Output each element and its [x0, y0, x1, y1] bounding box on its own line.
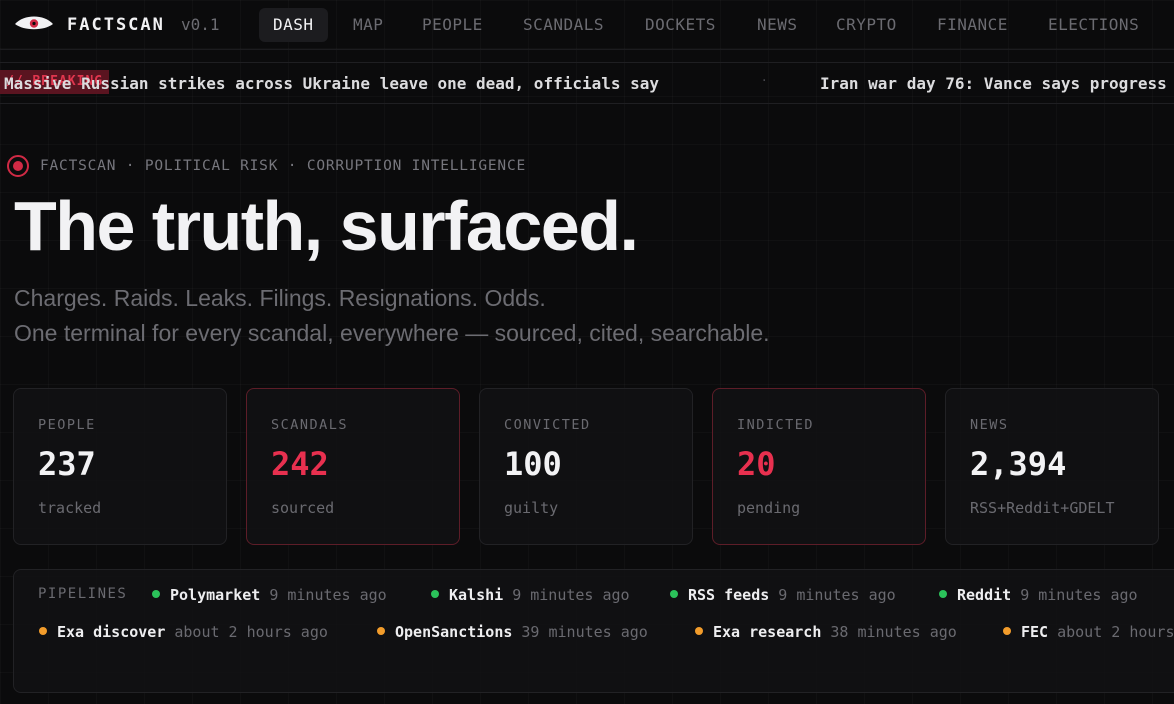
stat-card-indicted[interactable]: INDICTED 20 pending: [712, 388, 926, 545]
tab-dockets[interactable]: DOCKETS: [645, 8, 716, 42]
pipeline-name: Kalshi: [449, 586, 504, 604]
tab-scandals[interactable]: SCANDALS: [523, 8, 604, 42]
stat-card-convicted[interactable]: CONVICTED 100 guilty: [479, 388, 693, 545]
pipeline-item-kalshi[interactable]: Kalshi 9 minutes ago: [431, 586, 630, 604]
kicker-text: FACTSCAN · POLITICAL RISK · CORRUPTION I…: [40, 158, 527, 174]
tab-dash[interactable]: DASH: [259, 8, 328, 42]
tab-elections[interactable]: ELECTIONS: [1048, 8, 1139, 42]
stat-card-scandals[interactable]: SCANDALS 242 sourced: [246, 388, 460, 545]
target-icon: [7, 155, 29, 177]
pipeline-time: 38 minutes ago: [830, 623, 957, 641]
stat-caption: sourced: [271, 499, 335, 517]
pipeline-time: 9 minutes ago: [778, 586, 896, 604]
stat-caption: pending: [737, 499, 801, 517]
status-dot-icon: [670, 590, 678, 598]
pipeline-item-exa-research[interactable]: Exa research 38 minutes ago: [695, 623, 957, 641]
page-title: The truth, surfaced.: [14, 187, 639, 265]
pipeline-name: Exa discover: [57, 623, 166, 641]
stat-label: NEWS: [970, 417, 1009, 433]
stat-value: 20: [737, 445, 776, 483]
eye-icon[interactable]: [14, 15, 54, 33]
stat-label: PEOPLE: [38, 417, 96, 433]
stat-caption: RSS+Reddit+GDELT: [970, 499, 1115, 517]
pipeline-item-exa-discover[interactable]: Exa discover about 2 hours ago: [39, 623, 328, 641]
stat-value: 242: [271, 445, 329, 483]
pipeline-time: 9 minutes ago: [1020, 586, 1138, 604]
stat-value: 237: [38, 445, 96, 483]
stat-label: INDICTED: [737, 417, 815, 433]
pipeline-item-rss-feeds[interactable]: RSS feeds 9 minutes ago: [670, 586, 896, 604]
pipeline-name: Exa research: [713, 623, 822, 641]
pipeline-time: about 2 hours ago: [1057, 623, 1174, 641]
status-dot-icon: [431, 590, 439, 598]
pipeline-time: 9 minutes ago: [269, 586, 387, 604]
stat-label: CONVICTED: [504, 417, 591, 433]
pipeline-time: 39 minutes ago: [521, 623, 648, 641]
tab-news[interactable]: NEWS: [757, 8, 798, 42]
tab-crypto[interactable]: CRYPTO: [836, 8, 897, 42]
status-dot-icon: [939, 590, 947, 598]
pipeline-name: Reddit: [957, 586, 1012, 604]
hero-description: One terminal for every scandal, everywhe…: [14, 320, 770, 346]
pipeline-time: about 2 hours ago: [174, 623, 328, 641]
status-dot-icon: [1003, 627, 1011, 635]
stat-caption: guilty: [504, 499, 559, 517]
pipeline-item-opensanctions[interactable]: OpenSanctions 39 minutes ago: [377, 623, 648, 641]
pipeline-name: Polymarket: [170, 586, 261, 604]
pipeline-item-polymarket[interactable]: Polymarket 9 minutes ago: [152, 586, 387, 604]
hero-kicker: FACTSCAN · POLITICAL RISK · CORRUPTION I…: [6, 154, 526, 178]
pipelines-panel: PIPELINES Polymarket 9 minutes ago Kalshi…: [13, 569, 1174, 693]
ticker-headline[interactable]: Massive Russian strikes across Ukraine l…: [4, 74, 659, 93]
pipeline-name: OpenSanctions: [395, 623, 513, 641]
stat-card-news[interactable]: NEWS 2,394 RSS+Reddit+GDELT: [945, 388, 1159, 545]
hero-subtitle: Charges. Raids. Leaks. Filings. Resignat…: [14, 285, 546, 311]
top-nav: FACTSCAN v0.1 DASH MAP PEOPLE SCANDALS D…: [0, 0, 1174, 50]
status-dot-icon: [377, 627, 385, 635]
stat-value: 100: [504, 445, 562, 483]
pipeline-item-fec[interactable]: FEC about 2 hours ago: [1003, 623, 1174, 641]
stat-caption: tracked: [38, 499, 102, 517]
ticker-separator: ·: [762, 73, 767, 89]
pipeline-time: 9 minutes ago: [512, 586, 630, 604]
pipelines-label: PIPELINES: [38, 586, 128, 602]
ticker-headline[interactable]: Iran war day 76: Vance says progress: [820, 74, 1167, 93]
pipeline-item-reddit[interactable]: Reddit 9 minutes ago: [939, 586, 1138, 604]
status-dot-icon: [695, 627, 703, 635]
stat-value: 2,394: [970, 445, 1067, 483]
pipeline-name: RSS feeds: [688, 586, 770, 604]
version-label: v0.1: [181, 15, 220, 34]
stat-card-people[interactable]: PEOPLE 237 tracked: [13, 388, 227, 545]
tab-finance[interactable]: FINANCE: [937, 8, 1008, 42]
tab-people[interactable]: PEOPLE: [422, 8, 483, 42]
brand-name[interactable]: FACTSCAN: [67, 15, 165, 35]
status-dot-icon: [39, 627, 47, 635]
pipeline-name: FEC: [1021, 623, 1049, 641]
status-dot-icon: [152, 590, 160, 598]
tab-map[interactable]: MAP: [353, 8, 383, 42]
news-ticker: // BREAKING Massive Russian strikes acro…: [0, 62, 1174, 104]
stat-label: SCANDALS: [271, 417, 349, 433]
